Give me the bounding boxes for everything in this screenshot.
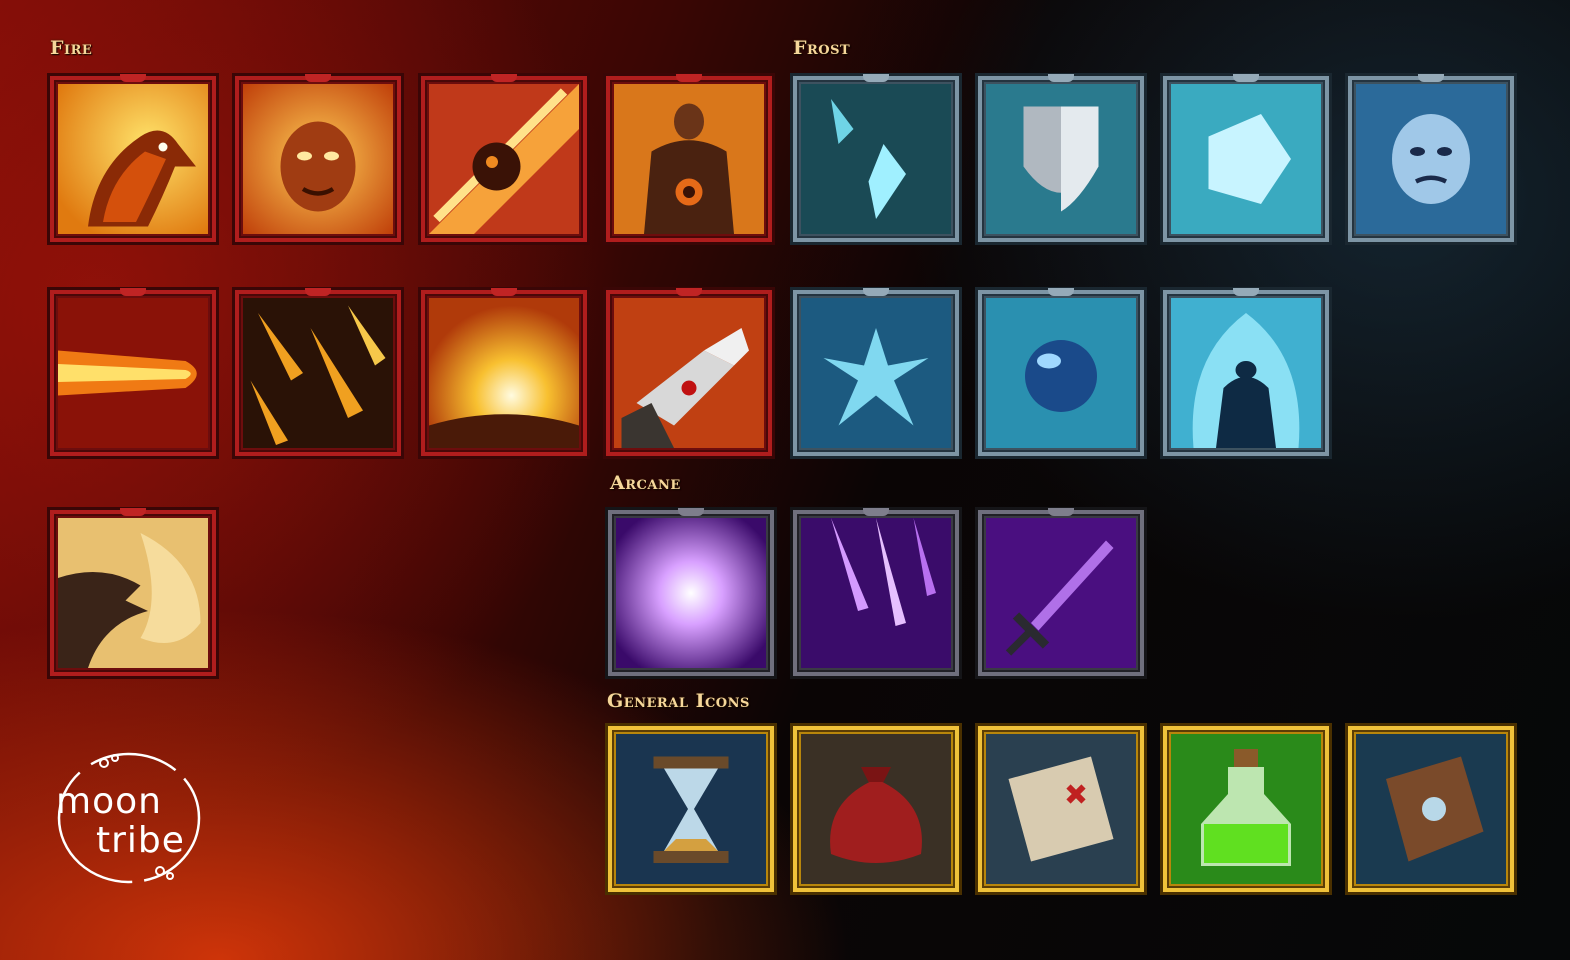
explosion-icon[interactable] [418,287,590,459]
general-section-title: General Icons [607,690,750,712]
frost-section-title: Frost [793,37,851,59]
logo-text-moon: moon [56,781,162,822]
fire-dragon-icon[interactable] [47,507,219,679]
fire-section-title: Fire [50,37,93,59]
moon-tribe-logo: moon tribe [52,748,222,898]
arcane-missiles-icon[interactable] [790,507,962,679]
ice-shield-icon[interactable] [975,73,1147,245]
arcane-sword-icon[interactable] [975,507,1147,679]
ice-shard-icon[interactable] [790,73,962,245]
frost-golem-icon[interactable] [1160,287,1332,459]
spellbook-icon[interactable] [1345,723,1517,895]
meteor-icon[interactable] [418,73,590,245]
ice-block-icon[interactable] [1160,73,1332,245]
map-scroll-icon[interactable] [975,723,1147,895]
arcane-section-title: Arcane [610,472,681,494]
arcane-burst-icon[interactable] [605,507,777,679]
hourglass-icon[interactable] [605,723,777,895]
fire-warrior-icon[interactable] [603,73,775,245]
fire-gauntlet-icon[interactable] [603,287,775,459]
bag-icon[interactable] [790,723,962,895]
fireball-icon[interactable] [47,287,219,459]
logo-text-tribe: tribe [96,820,185,861]
frost-nova-icon[interactable] [790,287,962,459]
fire-face-icon[interactable] [232,73,404,245]
frost-face-icon[interactable] [1345,73,1517,245]
frost-orb-icon[interactable] [975,287,1147,459]
phoenix-icon[interactable] [47,73,219,245]
potion-icon[interactable] [1160,723,1332,895]
fire-rain-icon[interactable] [232,287,404,459]
